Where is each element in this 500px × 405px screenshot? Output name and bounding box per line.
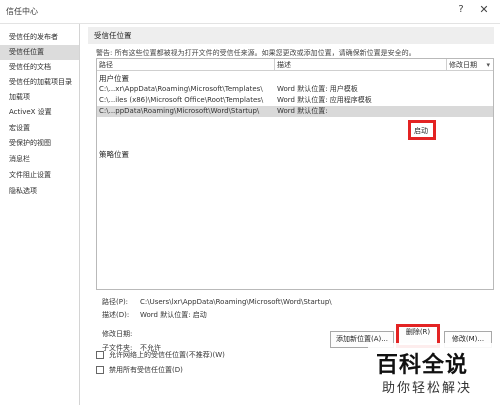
watermark-brand: 百科全说 [376,353,469,378]
sidebar-item-trusted-addin-catalogs[interactable]: 受信任的加载项目录 [0,75,79,90]
sidebar-item-trusted-publishers[interactable]: 受信任的发布者 [0,30,79,45]
group-label-policy: 策略位置 [99,150,129,159]
column-header-description-label: 描述 [277,61,291,69]
sidebar-item-message-bar[interactable]: 消息栏 [0,152,79,167]
sidebar-item-trusted-locations[interactable]: 受信任位置 [0,45,79,60]
allow-network-checkbox[interactable] [96,351,104,359]
watermark-slogan: 助你轻松解决 [382,381,473,396]
title-bar: 信任中心 ? ✕ [0,0,500,24]
annotation-highlight-box: 启动 [408,120,436,140]
sort-descending-icon: ▾ [486,61,490,69]
description-label: 描述(D): [102,311,130,319]
table-row[interactable]: C:\...iles (x86)\Microsoft Office\Root\T… [97,95,493,106]
description-value: Word 默认位置: 启动 [140,311,207,319]
column-header-path[interactable]: 路径 [97,59,275,71]
column-header-path-label: 路径 [99,61,113,69]
column-header-modified-label: 修改日期 [449,61,477,69]
group-label-user: 用户位置 [99,74,129,83]
table-row-selected[interactable]: C:\...ppData\Roaming\Microsoft\Word\Star… [97,106,493,117]
section-title: 受信任位置 [88,27,494,44]
disable-all-checkbox[interactable] [96,366,104,374]
row-description: Word 默认位置: 应用程序模板 [277,96,372,104]
row-description: Word 默认位置: 用户模板 [277,85,358,93]
sidebar-item-activex-settings[interactable]: ActiveX 设置 [0,105,79,120]
sidebar: 受信任的发布者 受信任位置 受信任的文档 受信任的加载项目录 加载项 Activ… [0,24,80,405]
modified-date-label: 修改日期: [102,330,133,338]
table-row[interactable]: C:\...xr\AppData\Roaming\Microsoft\Templ… [97,84,493,95]
path-value: C:\Users\lxr\AppData\Roaming\Microsoft\W… [140,298,332,306]
column-header-description[interactable]: 描述 [275,59,447,71]
close-icon[interactable]: ✕ [476,3,492,19]
window-title: 信任中心 [6,7,38,16]
row-path: C:\...ppData\Roaming\Microsoft\Word\Star… [99,107,260,115]
disable-all-label: 禁用所有受信任位置(D) [109,366,183,374]
warning-text: 警告: 所有这些位置都被视为打开文件的受信任来源。如果您更改或添加位置，请确保新… [96,49,416,57]
help-icon[interactable]: ? [454,4,468,18]
sidebar-item-protected-view[interactable]: 受保护的视图 [0,136,79,151]
highlighted-text: 启动 [414,127,428,135]
sidebar-item-file-block-settings[interactable]: 文件阻止设置 [0,168,79,183]
row-path: C:\...iles (x86)\Microsoft Office\Root\T… [99,96,264,104]
path-label: 路径(P): [102,298,129,306]
sidebar-item-trusted-documents[interactable]: 受信任的文档 [0,60,79,75]
row-description: Word 默认位置: [277,107,328,115]
watermark-logo: 百科全说 助你轻松解决 [368,343,492,405]
row-path: C:\...xr\AppData\Roaming\Microsoft\Templ… [99,85,263,93]
sidebar-item-macro-settings[interactable]: 宏设置 [0,121,79,136]
trusted-locations-list[interactable]: 路径 描述 修改日期 ▾ 用户位置 C:\...xr\AppData\Roami… [96,58,494,290]
allow-network-label: 允许网络上的受信任位置(不推荐)(W) [109,351,225,359]
sidebar-item-addins[interactable]: 加载项 [0,90,79,105]
sidebar-item-privacy-options[interactable]: 隐私选项 [0,184,79,199]
column-header-modified[interactable]: 修改日期 ▾ [447,59,493,71]
